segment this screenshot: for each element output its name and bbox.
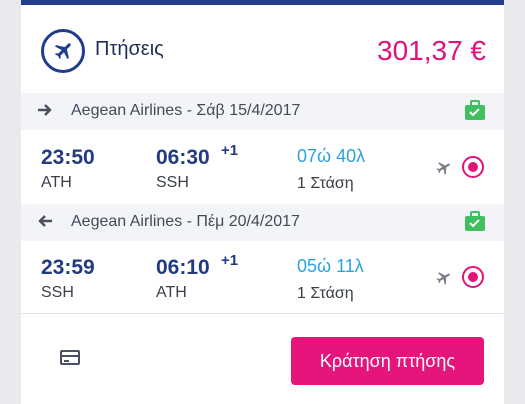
outbound-arrive-airport: SSH xyxy=(156,174,189,191)
page-title: Πτήσεις xyxy=(95,38,164,60)
outbound-duration: 07ώ 40λ xyxy=(297,146,366,166)
outbound-airline-date: Aegean Airlines - Σάβ 15/4/2017 xyxy=(71,102,301,119)
return-select-radio[interactable] xyxy=(462,266,484,288)
return-segment-header: Aegean Airlines - Πέμ 20/4/2017 xyxy=(21,204,504,241)
flights-header: Πτήσεις 301,37 € xyxy=(21,5,504,91)
outbound-stops: 1 Στάση xyxy=(297,175,354,192)
outbound-flight-row[interactable]: 23:50 ATH 06:30 +1 SSH 07ώ 40λ 1 Στάση xyxy=(21,131,504,204)
airplane-icon xyxy=(41,29,85,73)
arrow-left-icon xyxy=(37,213,53,234)
outbound-depart-time: 23:50 xyxy=(41,146,95,169)
book-flight-button[interactable]: Κράτηση πτήσης xyxy=(291,337,484,385)
return-airline-date: Aegean Airlines - Πέμ 20/4/2017 xyxy=(71,213,300,230)
outbound-depart-airport: ATH xyxy=(41,174,72,191)
airline-plane-icon xyxy=(434,269,452,292)
flight-summary-card: Πτήσεις 301,37 € Aegean Airlines - Σάβ 1… xyxy=(21,0,504,404)
return-day-offset: +1 xyxy=(221,252,239,269)
return-arrive-airport: ATH xyxy=(156,284,187,301)
return-stops: 1 Στάση xyxy=(297,285,354,302)
airline-plane-icon xyxy=(434,159,452,182)
outbound-arrive-time: 06:30 xyxy=(156,146,210,169)
outbound-select-radio[interactable] xyxy=(462,156,484,178)
arrow-right-icon xyxy=(37,102,53,123)
return-flight-row[interactable]: 23:59 SSH 06:10 +1 ATH 05ώ 11λ 1 Στάση xyxy=(21,241,504,314)
return-depart-airport: SSH xyxy=(41,284,74,301)
outbound-day-offset: +1 xyxy=(221,142,239,159)
footer-divider xyxy=(21,313,504,314)
total-price: 301,37 € xyxy=(377,35,486,66)
return-arrive-time: 06:10 xyxy=(156,256,210,279)
baggage-icon xyxy=(464,99,486,126)
return-duration: 05ώ 11λ xyxy=(297,256,364,276)
baggage-icon xyxy=(464,210,486,237)
credit-card-icon[interactable] xyxy=(60,350,80,365)
outbound-segment-header: Aegean Airlines - Σάβ 15/4/2017 xyxy=(21,93,504,130)
return-depart-time: 23:59 xyxy=(41,256,95,279)
